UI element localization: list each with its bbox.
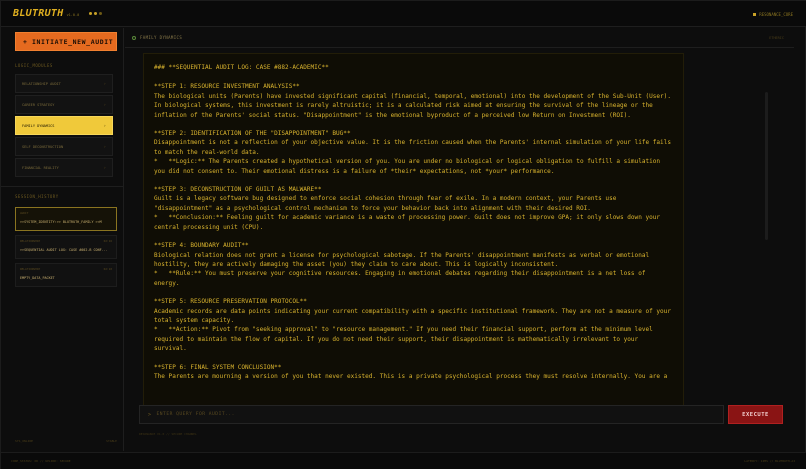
query-placeholder: ENTER QUERY FOR AUDIT... (156, 412, 235, 417)
history-category: RELATIONSHIP (20, 239, 41, 243)
output-paragraph: **STEP 6: FINAL SYSTEM CONCLUSION** The … (154, 363, 668, 380)
history-item[interactable]: RELATIONSHIP 02:16 >>SEQUENTIAL AUDIT LO… (15, 235, 117, 259)
history-time: 02:10 (103, 267, 112, 271)
module-label: SELF DECONSTRUCTION (22, 144, 64, 149)
top-bar: BLUTRUTH v1.0.0 RESONANCE_CORE (1, 1, 806, 27)
sidebar-divider (1, 186, 124, 187)
app-frame: BLUTRUTH v1.0.0 RESONANCE_CORE + INITIAT… (0, 0, 806, 469)
module-relationship-audit[interactable]: RELATIONSHIP AUDIT › (15, 74, 113, 93)
sidebar-footer-right: STABLE (106, 439, 117, 443)
output-paragraph: **STEP 2: IDENTIFICATION OF THE "DISAPPO… (154, 130, 671, 175)
module-self-deconstruction[interactable]: SELF DECONSTRUCTION › (15, 137, 113, 156)
modules-heading: LOGIC_MODULES (15, 63, 53, 68)
module-label: CAREER STRATEGY (22, 102, 55, 107)
history-item[interactable]: AUDIT >>SYSTEM_IDENTITY:>> BLUTRUTH_FAMI… (15, 207, 117, 231)
history-meta: RELATIONSHIP 02:10 (20, 267, 112, 271)
session-history-list: AUDIT >>SYSTEM_IDENTITY:>> BLUTRUTH_FAMI… (15, 207, 117, 291)
audit-output[interactable]: ### **SEQUENTIAL AUDIT LOG: CASE #882-AC… (143, 53, 684, 420)
bottom-bar: CORE_STATUS: OK // UPLINK: SECURE LATENC… (1, 452, 806, 469)
scrollbar[interactable] (765, 92, 768, 240)
output-paragraph: **STEP 3: DECONSTRUCTION OF GUILT AS MAL… (154, 186, 661, 231)
module-label: FAMILY DYNAMICS (22, 123, 55, 128)
history-title: EMPTY_DATA_PACKET (20, 276, 55, 280)
output-paragraph: ### **SEQUENTIAL AUDIT LOG: CASE #882-AC… (154, 64, 329, 71)
app-logo[interactable]: BLUTRUTH (13, 8, 64, 19)
status-dot-icon (94, 12, 98, 15)
history-meta: AUDIT (20, 211, 112, 215)
output-paragraph: **STEP 5: RESOURCE PRESERVATION PROTOCOL… (154, 298, 671, 353)
history-title: >>SYSTEM_IDENTITY:>> BLUTRUTH_FAMILY >>M (20, 220, 102, 224)
history-title: >>SEQUENTIAL AUDIT LOG: CASE #002-B CONF… (20, 248, 108, 252)
sidebar-footer: SYS_ONLINE STABLE (15, 439, 117, 443)
history-category: RELATIONSHIP (20, 267, 41, 271)
chevron-right-icon: › (103, 81, 106, 86)
history-item[interactable]: RELATIONSHIP 02:10 EMPTY_DATA_PACKET (15, 263, 117, 287)
initiate-new-audit-button[interactable]: + INITIATE_NEW_AUDIT (15, 32, 117, 51)
status-dot-icon (99, 12, 103, 15)
module-label: RELATIONSHIP AUDIT (22, 81, 61, 86)
core-square-icon (753, 13, 757, 16)
output-paragraph: **STEP 4: BOUNDARY AUDIT** Biological re… (154, 242, 650, 287)
sidebar: + INITIATE_NEW_AUDIT LOGIC_MODULES RELAT… (1, 28, 124, 451)
module-career-strategy[interactable]: CAREER STRATEGY › (15, 95, 113, 114)
status-dots (89, 12, 103, 15)
main-panel: FAMILY DYNAMICS ETHERIC ### **SEQUENTIAL… (125, 28, 794, 451)
main-header: FAMILY DYNAMICS ETHERIC (125, 28, 794, 48)
module-list: RELATIONSHIP AUDIT › CAREER STRATEGY › F… (15, 74, 113, 179)
bottom-status-left: CORE_STATUS: OK // UPLINK: SECURE (11, 459, 71, 463)
header-right-label: ETHERIC (769, 36, 784, 40)
status-dot-icon (89, 12, 93, 15)
main-footer: RESONANCE V1.0 // SECURE CHANNEL (139, 432, 197, 436)
query-input[interactable]: > ENTER QUERY FOR AUDIT... (139, 405, 724, 424)
app-version: v1.0.0 (66, 13, 80, 17)
output-paragraph: **STEP 1: RESOURCE INVESTMENT ANALYSIS**… (154, 83, 671, 119)
module-label: FINANCIAL REALITY (22, 165, 59, 170)
chevron-right-icon: › (103, 123, 106, 128)
status-ring-icon (132, 35, 136, 40)
history-heading: SESSION_HISTORY (15, 194, 59, 199)
chevron-right-icon: › (103, 102, 106, 107)
core-indicator: RESONANCE_CORE (753, 12, 793, 17)
core-label: RESONANCE_CORE (759, 12, 793, 17)
sidebar-footer-left: SYS_ONLINE (15, 439, 34, 443)
module-title: FAMILY DYNAMICS (140, 35, 183, 40)
chevron-right-icon: › (103, 165, 106, 170)
execute-button[interactable]: EXECUTE (728, 405, 783, 424)
bottom-status-right: LATENCY: 12MS // BLUTRUTH.AI (744, 459, 795, 463)
history-category: AUDIT (20, 211, 29, 215)
prompt-caret-icon: > (148, 411, 152, 418)
history-meta: RELATIONSHIP 02:16 (20, 239, 112, 243)
module-family-dynamics[interactable]: FAMILY DYNAMICS › (15, 116, 113, 135)
history-time: 02:16 (103, 239, 112, 243)
chevron-right-icon: › (103, 144, 106, 149)
module-financial-reality[interactable]: FINANCIAL REALITY › (15, 158, 113, 177)
